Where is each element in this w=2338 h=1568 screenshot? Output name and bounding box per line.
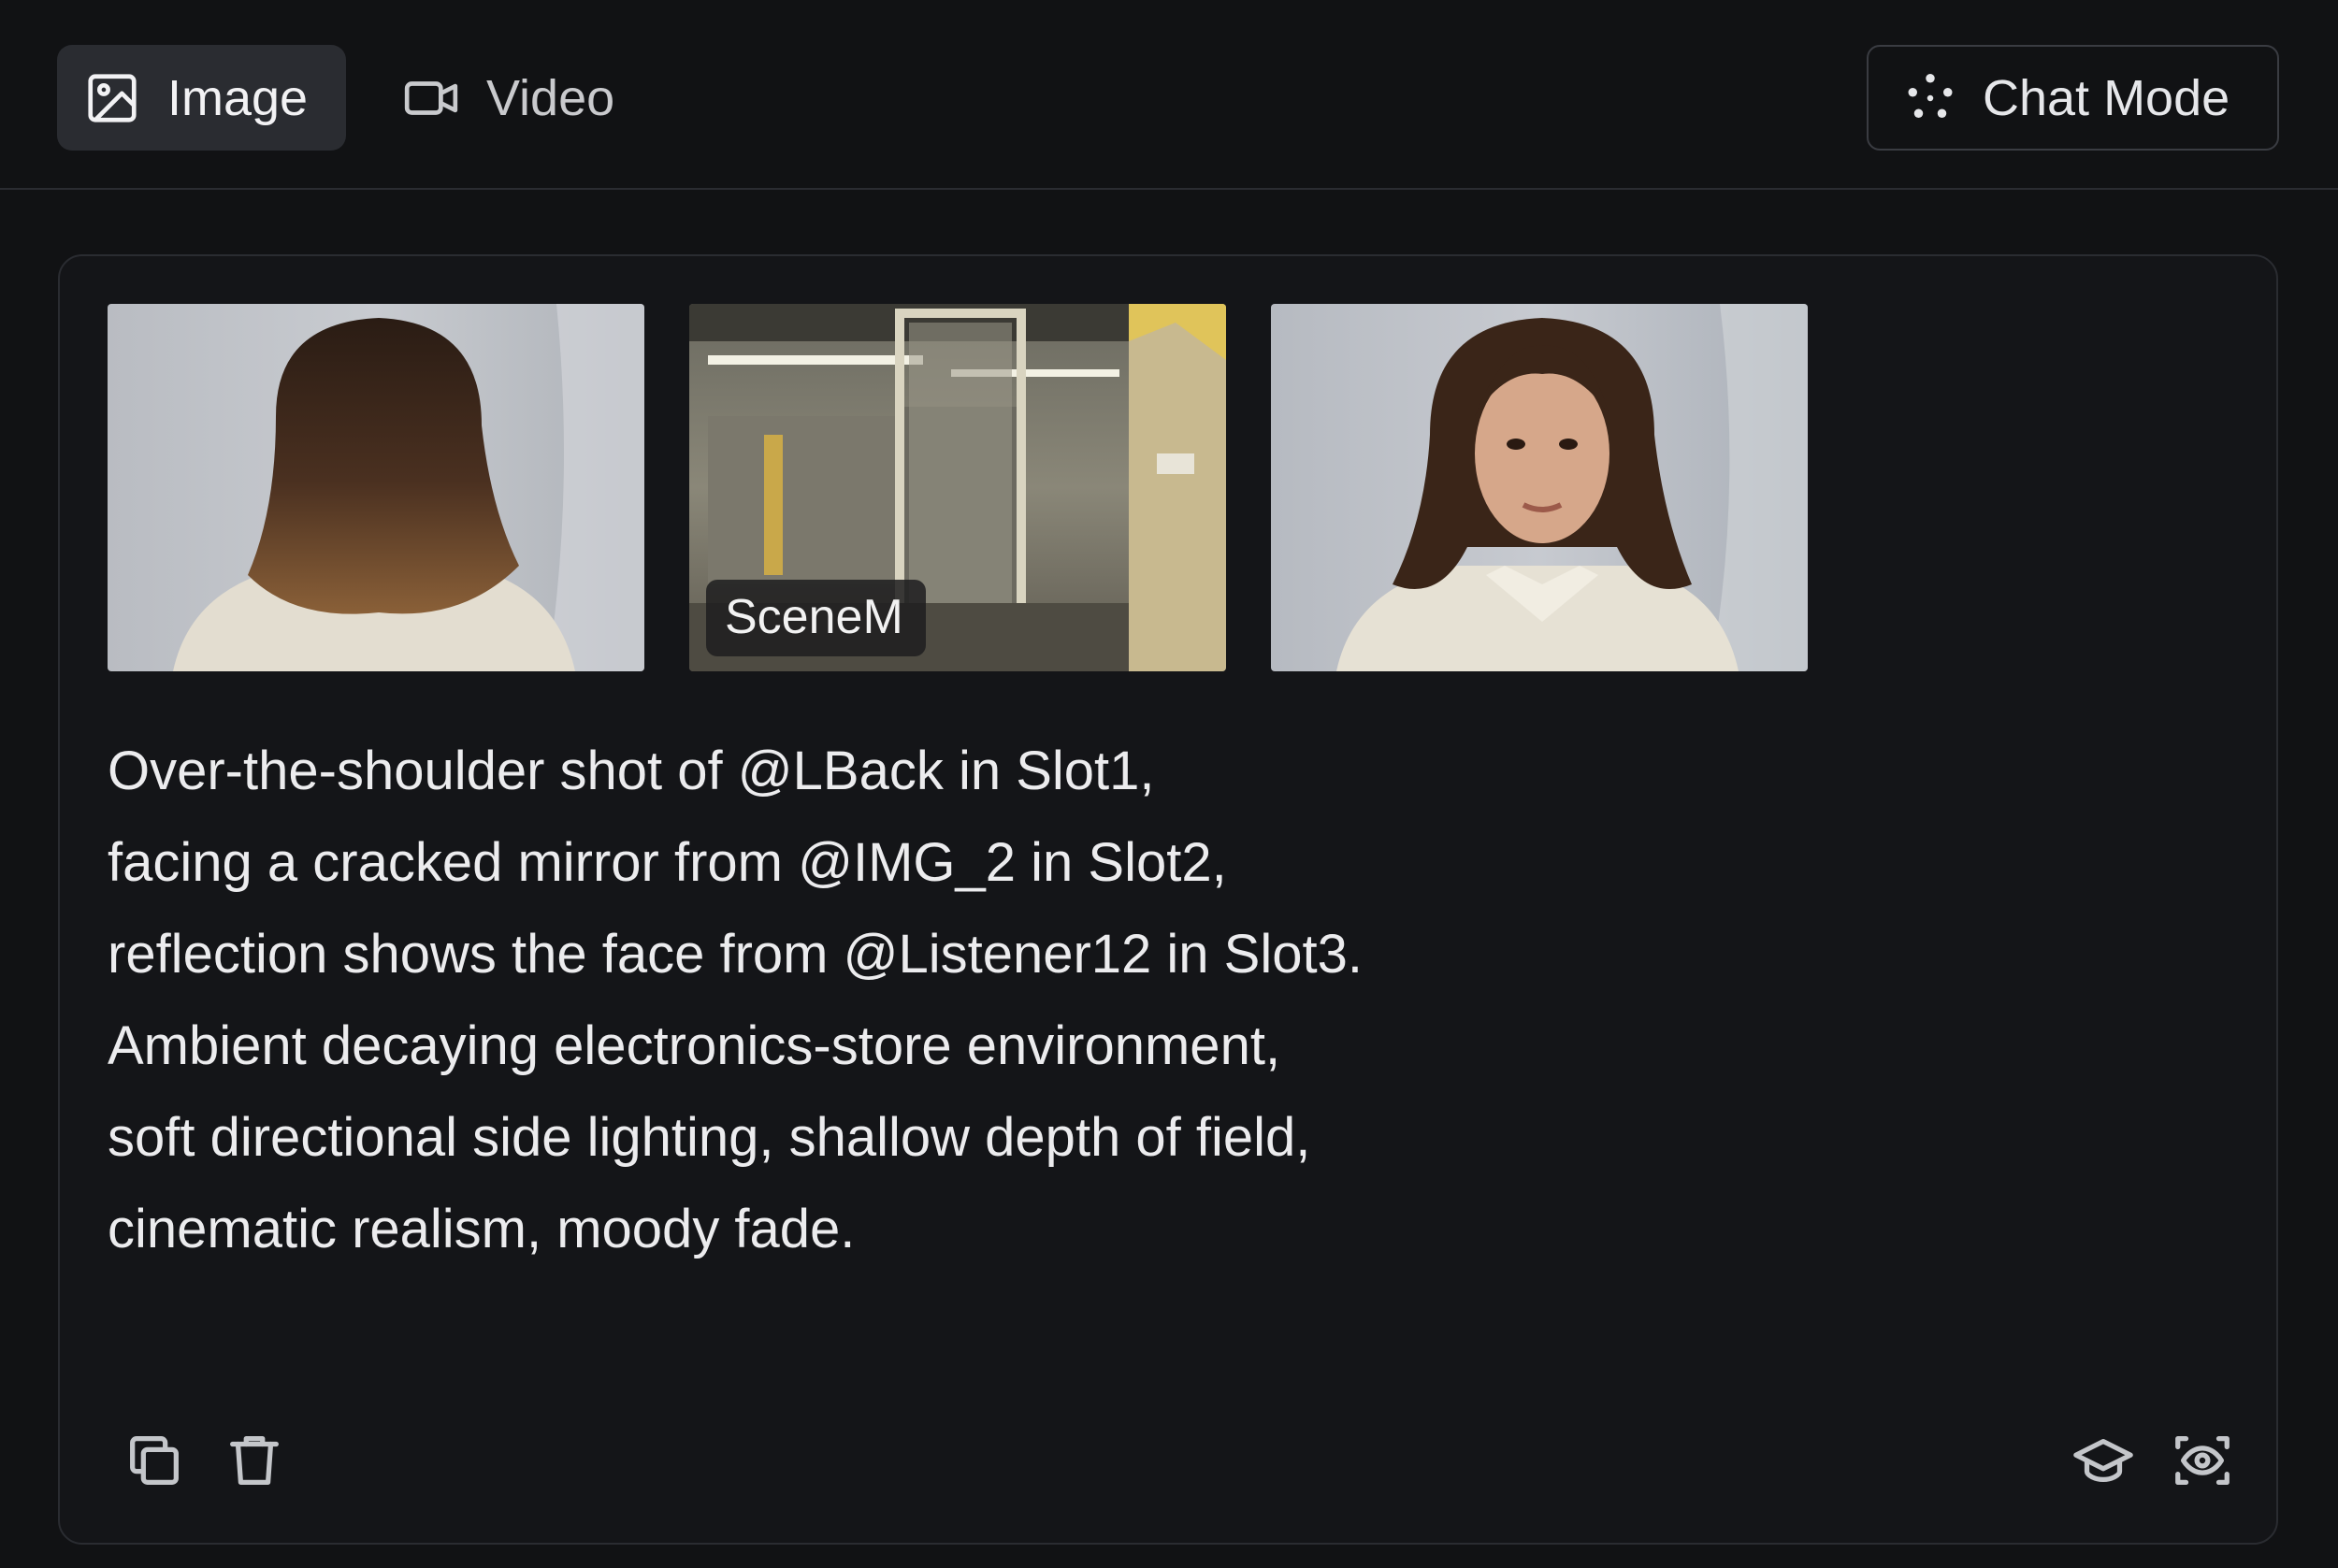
prompt-card: SceneM Over-the-shoulder shot of @LBack … [58,254,2278,1545]
thumbnail-label: SceneM [706,580,926,656]
prompt-line: soft directional side lighting, shallow … [108,1107,1311,1168]
reference-thumbnail-2[interactable]: SceneM [689,304,1226,671]
sparkle-dots-icon [1908,73,1953,118]
reference-thumbnail-3[interactable] [1271,304,1808,671]
copy-button[interactable] [117,1423,192,1498]
woman-back-view-image [108,304,644,671]
tab-image-label: Image [167,69,309,126]
image-icon [83,69,141,127]
prompt-line: cinematic realism, moody fade. [108,1199,856,1259]
video-camera-icon [402,69,460,127]
reference-thumbnail-1[interactable] [108,304,644,671]
eye-scan-icon [2175,1436,2230,1485]
preview-button[interactable] [2165,1423,2240,1498]
graduation-cap-icon [2073,1438,2133,1483]
delete-button[interactable] [217,1423,292,1498]
learn-button[interactable] [2066,1423,2141,1498]
prompt-line: reflection shows the face from @Listener… [108,924,1363,985]
chat-mode-button[interactable]: Chat Mode [1867,45,2279,151]
prompt-line: Over-the-shoulder shot of @LBack in Slot… [108,741,1155,801]
prompt-line: facing a cracked mirror from @IMG_2 in S… [108,832,1227,893]
chat-mode-label: Chat Mode [1983,69,2230,126]
woman-portrait-image [1271,304,1808,671]
prompt-text[interactable]: Over-the-shoulder shot of @LBack in Slot… [108,726,2165,1275]
trash-icon [230,1436,279,1485]
tab-image[interactable]: Image [57,45,346,151]
prompt-line: Ambient decaying electronics-store envir… [108,1015,1281,1076]
top-bar: Image Video Chat Mode [0,0,2338,190]
tab-video[interactable]: Video [374,45,645,151]
tab-video-label: Video [486,69,615,126]
copy-icon [130,1436,179,1485]
